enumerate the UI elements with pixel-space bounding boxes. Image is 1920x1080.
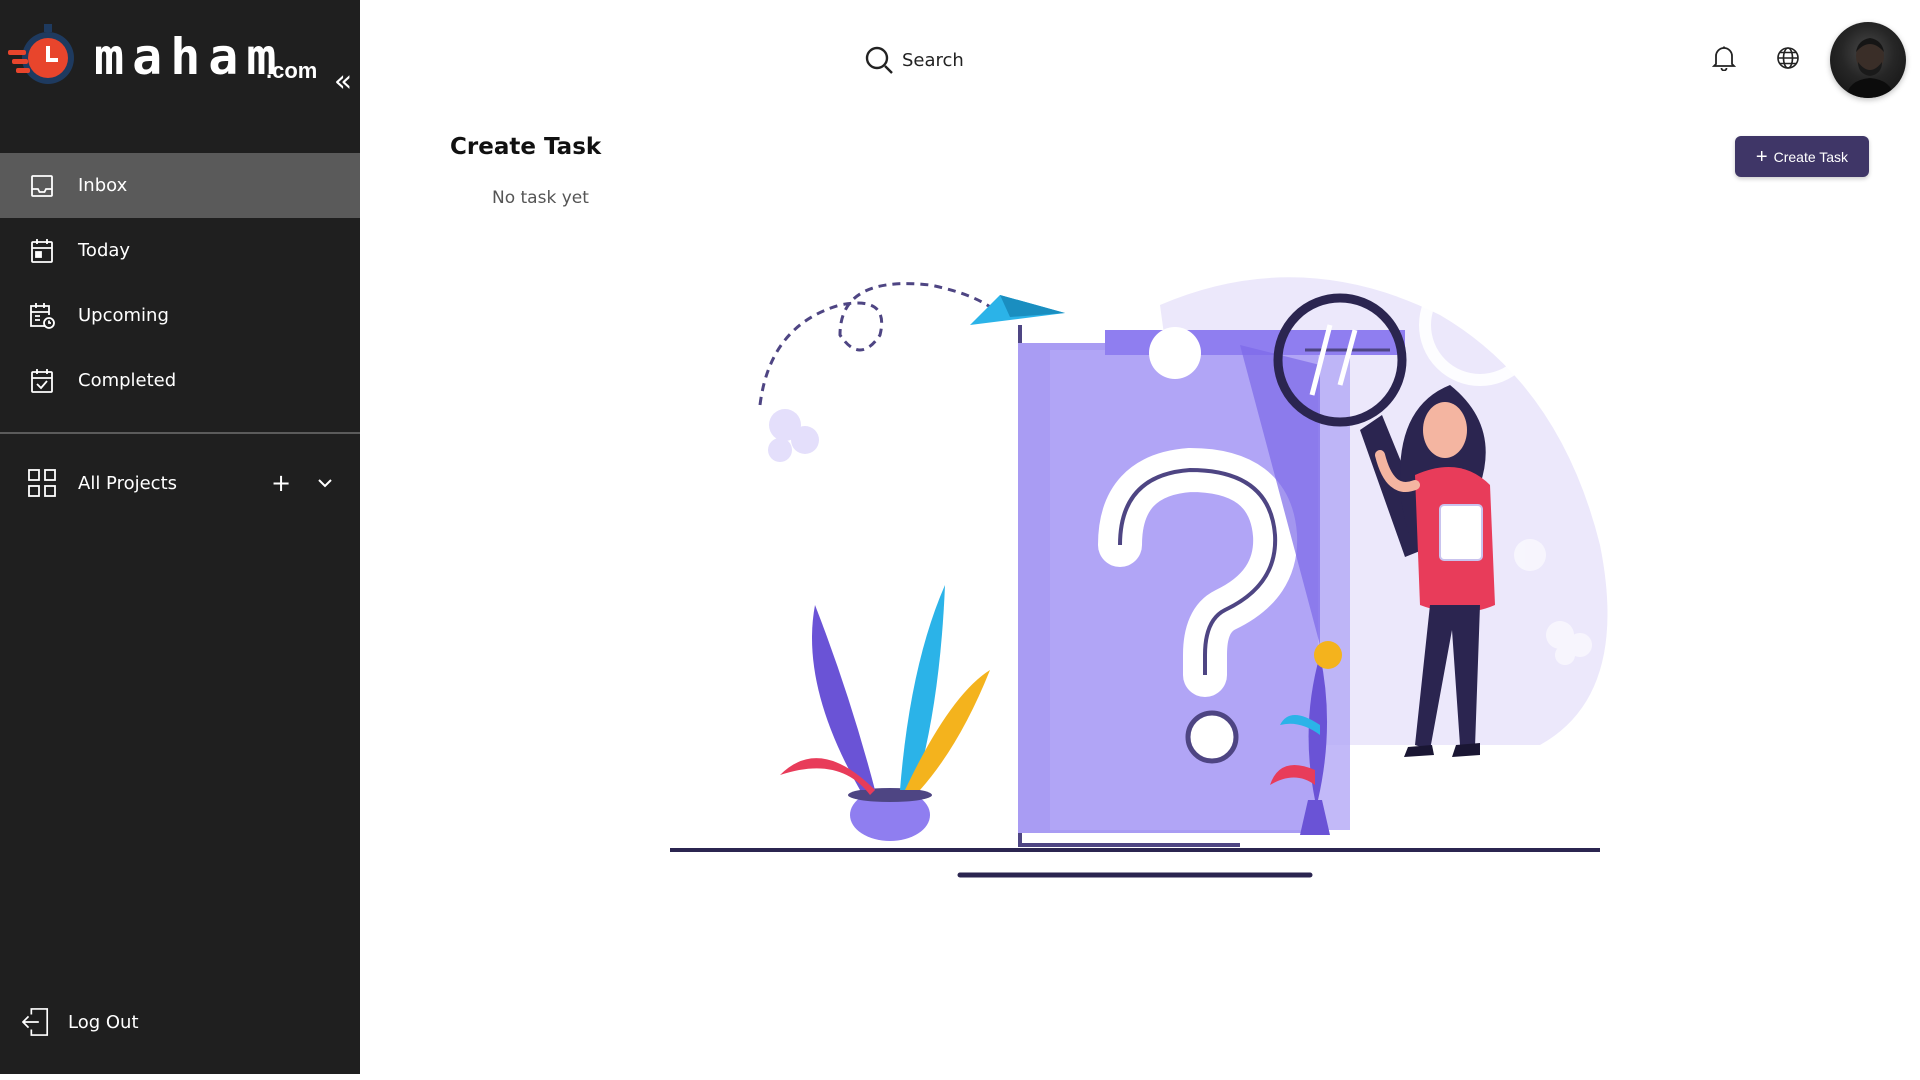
brand-name: maham <box>94 28 285 86</box>
calendar-upcoming-icon <box>28 302 56 330</box>
globe-icon[interactable] <box>1772 42 1804 74</box>
sidebar-item-completed[interactable]: Completed <box>0 348 360 413</box>
sidebar-item-label: Completed <box>78 370 177 391</box>
sidebar-item-label: Inbox <box>78 175 128 196</box>
sidebar-nav: Inbox Today Upcoming Completed <box>0 153 360 413</box>
calendar-today-icon <box>28 237 56 265</box>
logout-label: Log Out <box>68 1011 139 1033</box>
chevron-down-icon[interactable] <box>312 478 338 488</box>
empty-state-illustration <box>670 264 1608 878</box>
search-input[interactable]: Search <box>864 40 964 80</box>
sidebar-item-upcoming[interactable]: Upcoming <box>0 283 360 348</box>
page-title: Create Task <box>450 134 602 160</box>
logout-icon <box>22 1008 50 1036</box>
empty-state-text: No task yet <box>492 188 589 208</box>
calendar-check-icon <box>28 367 56 395</box>
bell-icon[interactable] <box>1708 42 1740 74</box>
sidebar-item-label: Today <box>78 240 131 261</box>
inbox-icon <box>28 172 56 200</box>
stopwatch-logo-icon <box>8 24 74 84</box>
all-projects-row[interactable]: All Projects + <box>0 458 360 508</box>
search-placeholder: Search <box>902 49 964 71</box>
grid-icon <box>28 469 56 497</box>
search-icon <box>865 46 893 74</box>
sidebar-item-inbox[interactable]: Inbox <box>0 153 360 218</box>
plus-icon: + <box>1755 145 1768 168</box>
user-avatar[interactable] <box>1830 22 1906 98</box>
sidebar: maham .com « Inbox Today Upcoming Comple… <box>0 0 360 1074</box>
brand-tld: .com <box>266 58 318 83</box>
sidebar-item-today[interactable]: Today <box>0 218 360 283</box>
brand: maham .com « <box>8 18 352 114</box>
add-project-icon[interactable]: + <box>268 469 294 497</box>
create-task-button[interactable]: + Create Task <box>1735 136 1869 177</box>
all-projects-label: All Projects <box>78 472 177 494</box>
logout-button[interactable]: Log Out <box>22 1004 139 1040</box>
collapse-sidebar-icon[interactable]: « <box>328 67 358 100</box>
sidebar-divider <box>0 432 360 434</box>
app-root: maham .com « Inbox Today Upcoming Comple… <box>0 0 1920 1080</box>
sidebar-item-label: Upcoming <box>78 305 169 326</box>
create-task-label: Create Task <box>1773 148 1849 165</box>
